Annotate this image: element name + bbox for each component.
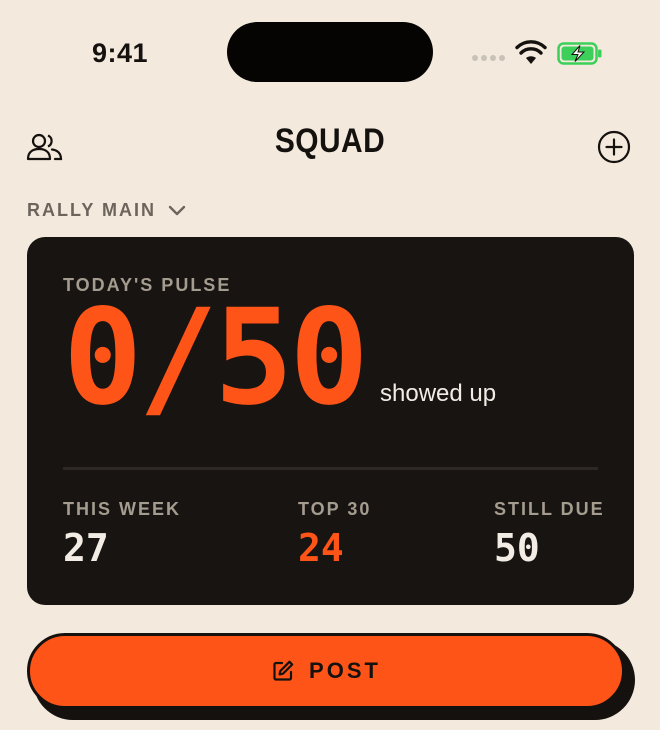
plus-circle-icon[interactable]: [597, 130, 631, 164]
stat-still-due: STILL DUE 50: [494, 499, 605, 570]
chevron-down-icon: [168, 205, 186, 215]
stat-value: 50: [494, 526, 540, 570]
pulse-unit: showed up: [380, 380, 497, 407]
group-selector[interactable]: RALLY MAIN: [27, 200, 186, 221]
pulse-value: 0/50: [63, 281, 369, 435]
post-button[interactable]: POST: [27, 633, 625, 709]
pulse-card: TODAY'S PULSE 0/50 showed up THIS WEEK 2…: [27, 237, 634, 605]
cellular-signal-icon: [472, 55, 505, 61]
edit-icon: [273, 660, 294, 681]
stat-label: TOP 30: [298, 499, 372, 519]
page-title: SQUAD: [274, 122, 386, 160]
group-selector-label: RALLY MAIN: [27, 200, 157, 220]
stat-label: STILL DUE: [494, 499, 605, 519]
status-time: 9:41: [92, 38, 149, 68]
post-button-label: POST: [309, 658, 381, 683]
battery-charging-icon: [557, 42, 602, 65]
stat-value: 24: [298, 526, 344, 570]
dynamic-island: [227, 22, 433, 82]
stat-label: THIS WEEK: [63, 499, 182, 519]
stat-top-30: TOP 30 24: [298, 499, 371, 570]
stat-value: 27: [63, 526, 109, 570]
card-divider: [63, 467, 598, 470]
wifi-icon: [515, 40, 547, 64]
stat-this-week: THIS WEEK 27: [63, 499, 181, 570]
